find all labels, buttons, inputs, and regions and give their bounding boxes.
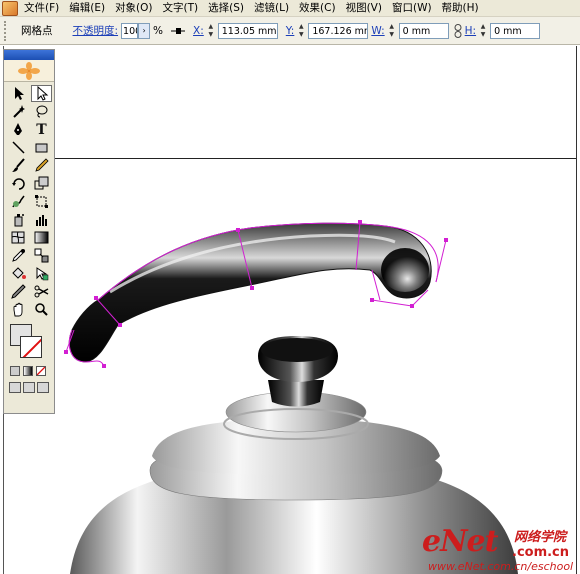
type-tool-icon[interactable]: T	[31, 121, 52, 138]
rectangle-tool-icon[interactable]	[31, 139, 52, 156]
kettle-knob-top	[261, 338, 333, 362]
control-bar-grip[interactable]	[4, 20, 9, 41]
tools-panel: T	[3, 49, 55, 414]
artwork-canvas	[64, 220, 518, 574]
mesh-tool-icon[interactable]	[8, 229, 29, 246]
watermark-domain: .com.cn	[512, 545, 570, 560]
opacity-unit: %	[153, 24, 164, 37]
control-bar: 网格点 不透明度: 100 › % X: ▲▼ 113.05 mm Y: ▲▼ …	[0, 17, 580, 45]
w-label[interactable]: W:	[371, 25, 384, 37]
symbol-sprayer-tool-icon[interactable]	[8, 211, 29, 228]
selection-tool-icon[interactable]	[8, 85, 29, 102]
pen-tool-icon[interactable]	[8, 121, 29, 138]
tool-grid: T	[4, 82, 54, 320]
y-label[interactable]: Y:	[286, 25, 295, 37]
zoom-tool-icon[interactable]	[31, 301, 52, 318]
hand-tool-icon[interactable]	[8, 301, 29, 318]
h-input[interactable]: 0 mm	[490, 22, 541, 39]
menu-filter[interactable]: 滤镜(L)	[249, 0, 294, 17]
slice-tool-icon[interactable]	[8, 283, 29, 300]
gradient-mode-icon[interactable]	[23, 366, 33, 376]
kettle-knob-stem	[268, 380, 324, 407]
menu-view[interactable]: 视图(V)	[341, 0, 387, 17]
full-screen-menu-mode-icon[interactable]	[23, 382, 35, 393]
artboard-right-edge	[576, 46, 577, 574]
kettle-lid-dome	[152, 418, 440, 475]
mesh-path-overlay	[65, 221, 447, 367]
eyedropper-tool-icon[interactable]	[8, 247, 29, 264]
color-mode-icon[interactable]	[10, 366, 20, 376]
menu-bar: 文件(F) 编辑(E) 对象(O) 文字(T) 选择(S) 滤镜(L) 效果(C…	[0, 0, 580, 17]
watermark-chinese: 网络学院	[514, 530, 567, 545]
rotate-tool-icon[interactable]	[8, 175, 29, 192]
y-input[interactable]: 167.126 mm	[308, 22, 369, 39]
w-spinner[interactable]: ▲ ▼	[387, 23, 397, 39]
screen-mode-buttons	[4, 376, 54, 393]
watermark-brand: eNet	[422, 524, 498, 559]
opacity-slider-button[interactable]: ›	[138, 22, 151, 39]
gradient-tool-icon[interactable]	[31, 229, 52, 246]
menu-object[interactable]: 对象(O)	[110, 0, 157, 17]
kettle-shoulder-ring	[149, 449, 443, 501]
scissors-tool-icon[interactable]	[31, 283, 52, 300]
none-mode-icon[interactable]	[36, 366, 46, 376]
line-segment-tool-icon[interactable]	[8, 139, 29, 156]
live-paint-bucket-tool-icon[interactable]	[8, 265, 29, 282]
link-constrain-icon[interactable]	[453, 23, 463, 38]
direct-selection-tool-icon[interactable]	[31, 85, 52, 102]
scale-tool-icon[interactable]	[31, 175, 52, 192]
kettle-knob-cap	[258, 336, 338, 382]
free-transform-tool-icon[interactable]	[31, 193, 52, 210]
kettle-lid-rim	[223, 408, 369, 440]
tools-panel-titlebar[interactable]	[4, 50, 54, 60]
fill-stroke-swatches	[10, 324, 54, 362]
standard-screen-mode-icon[interactable]	[9, 382, 21, 393]
opacity-label[interactable]: 不透明度:	[73, 23, 119, 38]
kettle-lid-top	[225, 391, 367, 433]
menu-window[interactable]: 窗口(W)	[387, 0, 437, 17]
x-input[interactable]: 113.05 mm	[217, 22, 278, 39]
reference-point-icon[interactable]	[171, 27, 186, 35]
h-spinner[interactable]: ▲ ▼	[478, 23, 488, 39]
w-input[interactable]: 0 mm	[398, 22, 449, 39]
magic-wand-tool-icon[interactable]	[8, 103, 29, 120]
menu-type[interactable]: 文字(T)	[158, 0, 204, 17]
live-paint-selection-tool-icon[interactable]	[31, 265, 52, 282]
warp-tool-icon[interactable]	[8, 193, 29, 210]
full-screen-mode-icon[interactable]	[37, 382, 49, 393]
menu-file[interactable]: 文件(F)	[22, 0, 64, 17]
stroke-color-swatch[interactable]	[20, 336, 42, 358]
handle-highlight-stripe	[109, 233, 396, 294]
menu-help[interactable]: 帮助(H)	[437, 0, 484, 17]
graph-tool-icon[interactable]	[31, 211, 52, 228]
artboard-top-edge	[55, 158, 577, 159]
mesh-anchor-points	[64, 220, 448, 368]
watermark-url: www.eNet.com.cn/eschool	[428, 560, 574, 573]
paintbrush-tool-icon[interactable]	[8, 157, 29, 174]
illustrator-app-icon[interactable]	[2, 0, 18, 16]
blend-tool-icon[interactable]	[31, 247, 52, 264]
adobe-flower-logo[interactable]	[4, 60, 54, 82]
handle-tip-highlight	[381, 248, 429, 292]
opacity-input[interactable]: 100	[121, 22, 139, 39]
kettle-handle	[68, 222, 432, 363]
x-spinner[interactable]: ▲ ▼	[206, 23, 216, 39]
menu-effect[interactable]: 效果(C)	[294, 0, 341, 17]
selection-type-label: 网格点	[21, 25, 53, 37]
color-mode-buttons	[4, 362, 54, 376]
pencil-tool-icon[interactable]	[31, 157, 52, 174]
lasso-tool-icon[interactable]	[31, 103, 52, 120]
h-label[interactable]: H:	[465, 25, 476, 37]
y-spinner[interactable]: ▲ ▼	[296, 23, 306, 39]
menu-edit[interactable]: 编辑(E)	[64, 0, 110, 17]
menu-select[interactable]: 选择(S)	[203, 0, 249, 17]
x-label[interactable]: X:	[193, 25, 204, 37]
